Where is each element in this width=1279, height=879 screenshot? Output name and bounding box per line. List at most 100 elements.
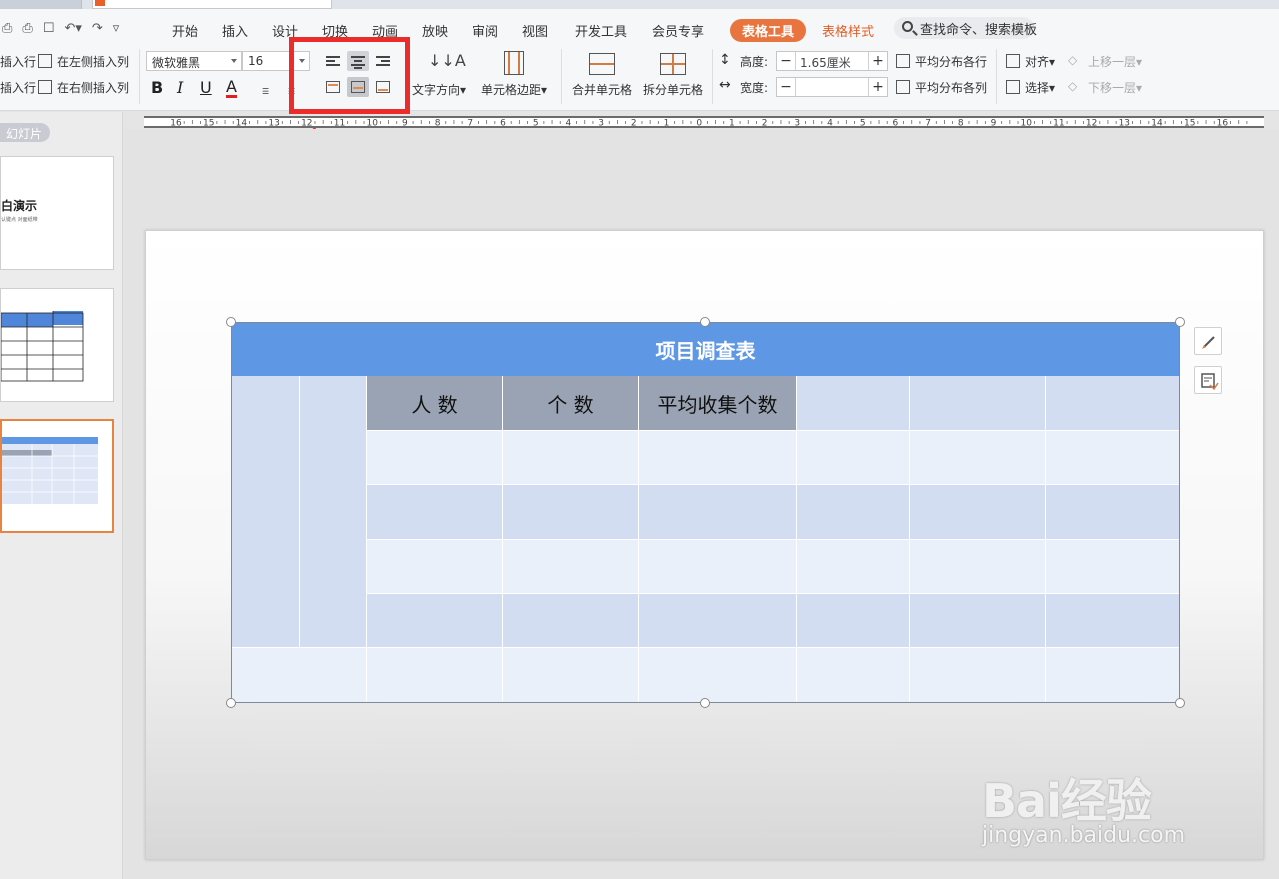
table-cell[interactable] [367, 485, 503, 540]
undo-icon[interactable]: ↶▾ [64, 21, 81, 36]
bring-forward-button[interactable]: 上移一层▾ [1088, 53, 1142, 70]
resize-handle-bottom-right[interactable] [1175, 698, 1185, 708]
tab-home[interactable] [0, 0, 82, 9]
table-cell[interactable] [910, 485, 1046, 540]
table-cell[interactable] [797, 431, 910, 485]
resize-handle-top[interactable] [700, 317, 710, 327]
row-height-value[interactable]: 1.65厘米 [795, 52, 869, 70]
table-cell[interactable] [503, 648, 639, 703]
tab-current-document[interactable] [92, 0, 332, 9]
slide-thumbnail-3[interactable] [0, 419, 114, 533]
italic-button[interactable]: I [177, 78, 183, 97]
slides-tab[interactable]: 幻灯片 [0, 123, 50, 142]
tab-member[interactable]: 会员专享 [652, 21, 704, 40]
table-header-cell[interactable]: 平均收集个数 [639, 376, 797, 431]
table-cell[interactable] [797, 594, 910, 648]
table-cell[interactable] [503, 431, 639, 485]
split-cells-button[interactable]: 拆分单元格 [643, 81, 703, 98]
table-cell[interactable] [1046, 540, 1180, 594]
table-cell[interactable] [639, 431, 797, 485]
table-cell[interactable] [910, 431, 1046, 485]
table-cell[interactable] [367, 431, 503, 485]
send-backward-button[interactable]: 下移一层▾ [1088, 79, 1142, 96]
table-header-cell[interactable]: 人 数 [367, 376, 503, 431]
distribute-rows-button[interactable]: 平均分布各行 [915, 53, 987, 70]
tab-table-tools[interactable]: 表格工具 [730, 19, 807, 42]
tab-slideshow[interactable]: 放映 [422, 21, 448, 40]
slide-thumbnail-2[interactable] [0, 288, 114, 402]
table-cell[interactable] [1046, 376, 1180, 431]
resize-handle-bottom[interactable] [700, 698, 710, 708]
redo-icon[interactable]: ↷ [92, 21, 103, 36]
table-cell[interactable] [797, 648, 910, 703]
survey-table[interactable]: 项目调查表 人 数 个 数 平均收集个数 [231, 322, 1180, 703]
table-cell[interactable] [797, 376, 910, 431]
resize-handle-bottom-left[interactable] [226, 698, 236, 708]
table-cell[interactable] [910, 594, 1046, 648]
table-cell[interactable] [503, 540, 639, 594]
distribute-cols-button[interactable]: 平均分布各列 [915, 79, 987, 96]
table-cell[interactable] [503, 485, 639, 540]
decrease-height-button[interactable]: − [777, 53, 795, 69]
tab-insert[interactable]: 插入 [222, 21, 248, 40]
edit-style-button[interactable] [1194, 327, 1222, 355]
resize-handle-top-right[interactable] [1175, 317, 1185, 327]
table-cell[interactable] [910, 648, 1046, 703]
table-cell[interactable] [367, 540, 503, 594]
row-height-stepper[interactable]: − 1.65厘米 + [776, 51, 888, 71]
tab-table-style[interactable]: 表格样式 [822, 21, 874, 40]
table-cell[interactable] [797, 540, 910, 594]
tab-start[interactable]: 开始 [172, 21, 198, 40]
table-cell[interactable] [367, 594, 503, 648]
table-cell[interactable] [367, 648, 503, 703]
insert-col-left-button[interactable]: 在左侧插入列 [57, 53, 129, 70]
table-cell[interactable] [639, 485, 797, 540]
table-cell-merged[interactable] [231, 376, 300, 648]
insert-col-right-button[interactable]: 在右侧插入列 [57, 79, 129, 96]
table-cell[interactable] [231, 648, 367, 703]
decrease-width-button[interactable]: − [777, 79, 795, 95]
table-header-cell[interactable]: 个 数 [503, 376, 639, 431]
resize-handle-top-left[interactable] [226, 317, 236, 327]
line-spacing-icon[interactable]: ☰ [262, 87, 269, 96]
increase-width-button[interactable]: + [869, 79, 887, 95]
insert-row-below-button[interactable]: 插入行 [0, 79, 36, 96]
table-cell[interactable] [910, 540, 1046, 594]
table-cell[interactable] [1046, 431, 1180, 485]
table-cell[interactable] [1046, 648, 1180, 703]
table-cell[interactable] [503, 594, 639, 648]
table-cell[interactable] [639, 648, 797, 703]
tab-view[interactable]: 视图 [522, 21, 548, 40]
table-cell[interactable] [910, 376, 1046, 431]
table-settings-button[interactable] [1194, 366, 1222, 394]
command-search[interactable]: 查找命令、搜索模板 [894, 17, 1037, 39]
insert-row-above-button[interactable]: 插入行 [0, 53, 36, 70]
cell-margin-button[interactable]: 单元格边距▾ [481, 81, 547, 98]
customize-icon[interactable]: ▿ [113, 21, 120, 36]
font-name-select[interactable]: 微软雅黑 [146, 51, 242, 71]
slide-thumbnail-1[interactable]: 白演示 认键点 对面纸带 [0, 156, 114, 270]
increase-height-button[interactable]: + [869, 53, 887, 69]
table-cell[interactable] [639, 540, 797, 594]
print-icon[interactable]: ⎙ [22, 21, 32, 36]
bold-button[interactable]: B [151, 78, 163, 97]
underline-button[interactable]: U [200, 78, 212, 97]
align-objects-button[interactable]: 对齐▾ [1025, 53, 1055, 70]
font-color-button[interactable]: A [226, 78, 237, 98]
find-icon[interactable]: ☐ [43, 21, 55, 36]
table-title[interactable]: 项目调查表 [231, 322, 1180, 376]
col-width-value[interactable] [795, 78, 869, 96]
horizontal-ruler[interactable]: 16 15 14 13 12 11 10 9 8 7 6 5 4 3 2 1 0 1 2 3 4 5 6 7 8 9 10 11 12 1… [144, 116, 1264, 129]
select-button[interactable]: 选择▾ [1025, 79, 1055, 96]
col-width-stepper[interactable]: − + [776, 77, 888, 97]
tab-review[interactable]: 审阅 [472, 21, 498, 40]
table-cell[interactable] [639, 594, 797, 648]
merge-cells-button[interactable]: 合并单元格 [572, 81, 632, 98]
tab-developer[interactable]: 开发工具 [575, 21, 627, 40]
text-direction-button[interactable]: 文字方向▾ [412, 81, 466, 98]
print-preview-icon[interactable]: ⎙ [2, 21, 12, 36]
table-cell[interactable] [1046, 485, 1180, 540]
table-cell[interactable] [1046, 594, 1180, 648]
table-cell-merged[interactable] [300, 376, 367, 648]
table-cell[interactable] [797, 485, 910, 540]
